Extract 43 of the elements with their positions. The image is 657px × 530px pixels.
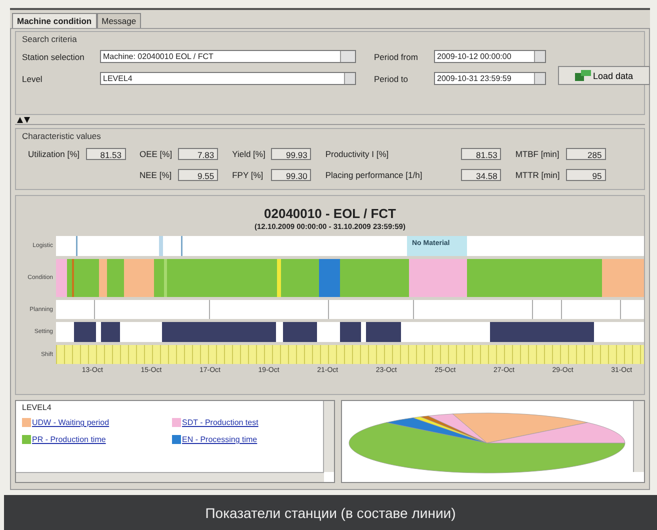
- legend-link[interactable]: SDT - Production test: [182, 418, 258, 427]
- value-label: NEE [%]: [140, 170, 172, 180]
- legend-link[interactable]: EN - Processing time: [182, 435, 258, 444]
- value-label: MTTR [min]: [515, 170, 560, 180]
- caption-text: Показатели станции (в составе линии): [4, 495, 657, 530]
- date-dropdown[interactable]: 2009-10-31 23:59:59: [434, 72, 546, 85]
- tab[interactable]: Machine condition: [12, 13, 97, 28]
- value-field: 81.53: [86, 148, 126, 160]
- value-field: 95: [566, 169, 606, 181]
- value-label: Utilization [%]: [28, 149, 80, 159]
- field-label: Station selection: [22, 52, 86, 62]
- value-label: Productivity I [%]: [325, 149, 389, 159]
- value-label: Yield [%]: [232, 149, 266, 159]
- legend-title: LEVEL4: [22, 403, 52, 412]
- level-dropdown[interactable]: LEVEL4: [100, 72, 356, 85]
- chart-title: 02040010 - EOL / FCT: [264, 206, 396, 221]
- value-label: MTBF [min]: [515, 149, 560, 159]
- value-field: 9.55: [178, 169, 218, 181]
- group-title: Search criteria: [22, 34, 77, 44]
- value-field: 285: [566, 148, 606, 160]
- date-dropdown[interactable]: 2009-10-12 00:00:00: [434, 50, 546, 63]
- value-field: 81.53: [461, 148, 502, 160]
- value-field: 99.30: [271, 169, 312, 181]
- value-field: 7.83: [178, 148, 218, 160]
- station-field[interactable]: Machine: 02040010 EOL / FCT: [100, 50, 356, 63]
- field-label: Level: [22, 74, 44, 84]
- legend-link[interactable]: UDW - Waiting period: [32, 418, 110, 427]
- legend-link[interactable]: PR - Production time: [32, 435, 106, 444]
- value-label: FPY [%]: [232, 170, 264, 180]
- collapse-expand-icon: [17, 116, 30, 122]
- field-label: Period to: [374, 74, 410, 84]
- value-field: 34.58: [461, 169, 502, 181]
- load-icon: [574, 70, 591, 81]
- vertical-scrollbar[interactable]: [633, 401, 644, 472]
- value-label: OEE [%]: [140, 149, 172, 159]
- horizontal-scrollbar[interactable]: [16, 472, 324, 482]
- value-field: 99.93: [271, 148, 312, 160]
- load-data-button[interactable]: Load data: [558, 66, 650, 85]
- group-title: Characteristic values: [22, 131, 101, 141]
- vertical-scrollbar[interactable]: [323, 401, 334, 472]
- tab[interactable]: Message: [96, 13, 142, 28]
- value-label: Placing performance [1/h]: [325, 170, 422, 180]
- field-label: Period from: [374, 52, 419, 62]
